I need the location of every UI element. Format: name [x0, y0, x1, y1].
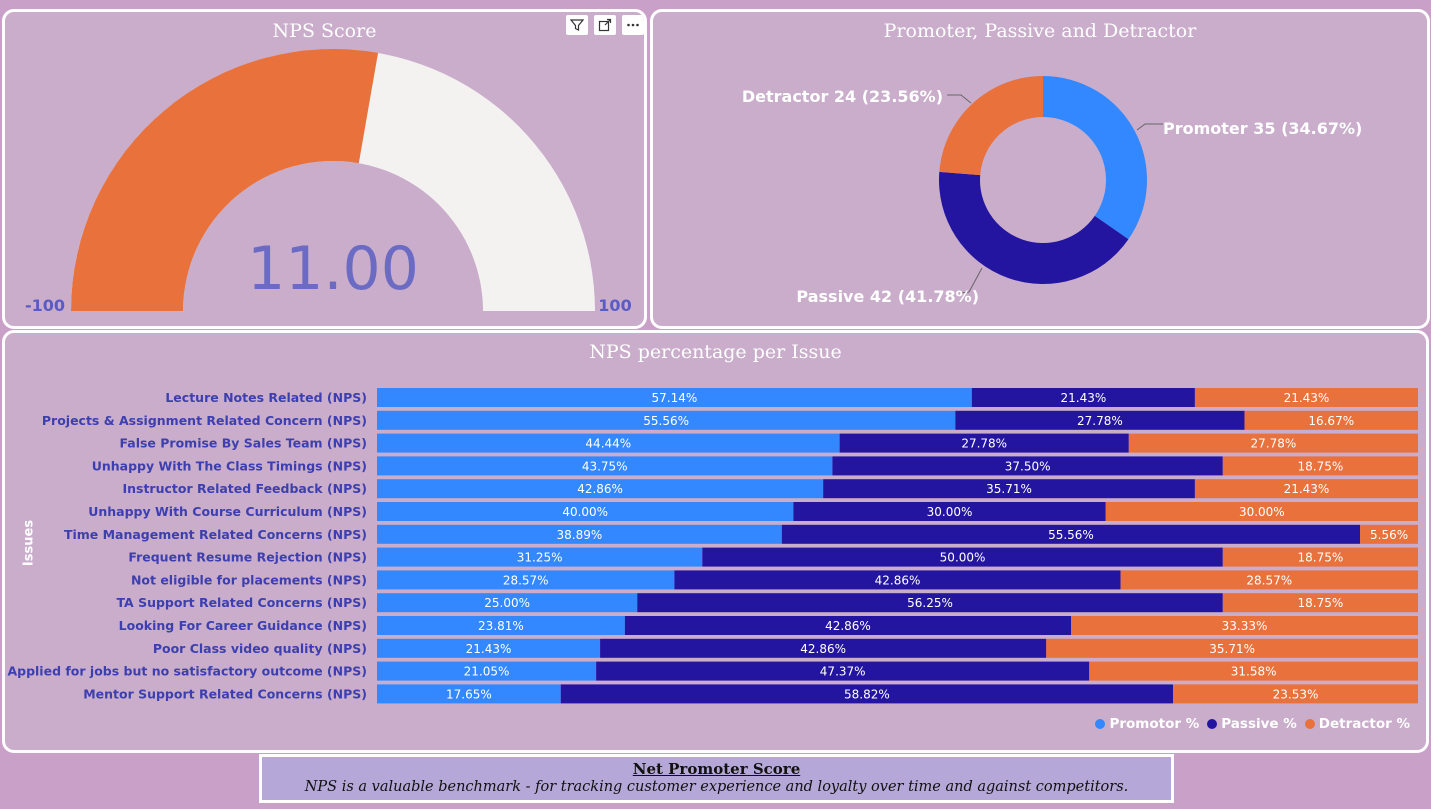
- data-label: 44.44%: [585, 437, 631, 451]
- legend-label: Promotor %: [1109, 716, 1200, 732]
- data-label: 16.67%: [1308, 414, 1354, 428]
- legend-label: Detractor %: [1318, 716, 1410, 732]
- data-label: 21.43%: [466, 642, 512, 656]
- donut-chart: Promoter 35 (34.67%) Passive 42 (41.78%)…: [742, 76, 1362, 306]
- data-label: 38.89%: [557, 528, 603, 542]
- data-label: 31.58%: [1231, 665, 1277, 679]
- category-label: False Promise By Sales Team (NPS): [119, 436, 367, 451]
- data-label: 40.00%: [562, 505, 608, 519]
- detractor-leader-line: [947, 94, 972, 104]
- data-label: 42.86%: [875, 573, 921, 587]
- legend-dot: [1095, 719, 1106, 729]
- data-label: 28.57%: [1246, 573, 1292, 587]
- gauge-min-label: -100: [25, 296, 65, 315]
- data-label: 17.65%: [446, 687, 492, 701]
- data-label: 57.14%: [652, 391, 698, 405]
- data-label: 42.86%: [800, 642, 846, 656]
- data-label: 35.71%: [986, 482, 1032, 496]
- detractor-label: Detractor 24 (23.56%): [742, 87, 943, 106]
- footer-subtitle: NPS is a valuable benchmark - for tracki…: [304, 779, 1129, 795]
- legend-dot: [1207, 719, 1218, 729]
- category-label: Frequent Resume Rejection (NPS): [128, 550, 367, 565]
- data-label: 42.86%: [577, 482, 623, 496]
- data-label: 35.71%: [1209, 642, 1255, 656]
- data-label: 47.37%: [820, 665, 866, 679]
- data-label: 55.56%: [643, 414, 689, 428]
- category-label: Projects & Assignment Related Concern (N…: [42, 413, 367, 428]
- data-label: 27.78%: [961, 437, 1007, 451]
- data-label: 37.50%: [1005, 459, 1051, 473]
- data-label: 27.78%: [1077, 414, 1123, 428]
- category-label: Poor Class video quality (NPS): [153, 641, 367, 656]
- category-label: Unhappy With Course Curriculum (NPS): [88, 504, 367, 519]
- gauge-value: 11.00: [247, 234, 419, 304]
- donut-slice-2[interactable]: [939, 76, 1043, 176]
- data-label: 31.25%: [517, 551, 563, 565]
- data-label: 21.05%: [464, 665, 510, 679]
- data-label: 58.82%: [844, 687, 890, 701]
- data-label: 5.56%: [1370, 528, 1408, 542]
- data-label: 30.00%: [927, 505, 973, 519]
- data-label: 27.78%: [1251, 437, 1297, 451]
- data-label: 43.75%: [582, 459, 628, 473]
- data-label: 18.75%: [1298, 551, 1344, 565]
- data-label: 18.75%: [1298, 459, 1344, 473]
- category-label: Looking For Career Guidance (NPS): [119, 618, 367, 633]
- data-label: 23.81%: [478, 619, 524, 633]
- footer-note: Net Promoter Score NPS is a valuable ben…: [259, 754, 1174, 803]
- chart-legend: Promotor % Passive % Detractor %: [1095, 716, 1410, 732]
- data-label: 18.75%: [1298, 596, 1344, 610]
- gauge-max-label: 100: [598, 296, 631, 315]
- data-label: 23.53%: [1273, 687, 1319, 701]
- passive-label: Passive 42 (41.78%): [796, 287, 979, 306]
- promoter-leader-line: [1136, 123, 1163, 131]
- data-label: 21.43%: [1284, 391, 1330, 405]
- legend-item-detractor[interactable]: Detractor %: [1304, 716, 1410, 732]
- legend-item-passive[interactable]: Passive %: [1207, 716, 1297, 732]
- legend-dot: [1304, 719, 1315, 729]
- category-label: TA Support Related Concerns (NPS): [117, 595, 368, 610]
- data-label: 42.86%: [825, 619, 871, 633]
- legend-label: Passive %: [1221, 716, 1297, 732]
- category-label: Instructor Related Feedback (NPS): [122, 481, 367, 496]
- data-label: 28.57%: [503, 573, 549, 587]
- donut-slice-0[interactable]: [1043, 76, 1147, 240]
- data-label: 21.43%: [1060, 391, 1106, 405]
- data-label: 30.00%: [1239, 505, 1285, 519]
- gauge-chart: 11.00 -100 100: [25, 48, 632, 315]
- data-label: 56.25%: [907, 596, 953, 610]
- category-label: Lecture Notes Related (NPS): [165, 390, 367, 405]
- data-label: 50.00%: [940, 551, 986, 565]
- nps-per-issue-card[interactable]: NPS percentage per Issue Issues Lecture …: [2, 330, 1429, 753]
- category-label: Unhappy With The Class Timings (NPS): [92, 458, 367, 473]
- data-label: 21.43%: [1284, 482, 1330, 496]
- category-label: Time Management Related Concerns (NPS): [64, 527, 367, 542]
- legend-item-promotor[interactable]: Promotor %: [1095, 716, 1199, 732]
- promoter-label: Promoter 35 (34.67%): [1163, 119, 1362, 138]
- nps-score-card[interactable]: NPS Score 11.00 -100 100: [2, 9, 647, 329]
- category-label: Mentor Support Related Concerns (NPS): [83, 686, 367, 701]
- promoter-passive-detractor-card[interactable]: Promoter, Passive and Detractor Promoter…: [650, 9, 1430, 329]
- category-label: Not eligible for placements (NPS): [131, 572, 367, 587]
- data-label: 33.33%: [1222, 619, 1268, 633]
- data-label: 25.00%: [484, 596, 530, 610]
- data-label: 55.56%: [1048, 528, 1094, 542]
- category-label: Applied for jobs but no satisfactory out…: [7, 664, 367, 679]
- footer-title: Net Promoter Score: [632, 760, 801, 778]
- donut-slice-1[interactable]: [939, 171, 1129, 284]
- stacked-bar-chart: Lecture Notes Related (NPS) 57.14% 21.43% 2…: [7, 388, 1418, 704]
